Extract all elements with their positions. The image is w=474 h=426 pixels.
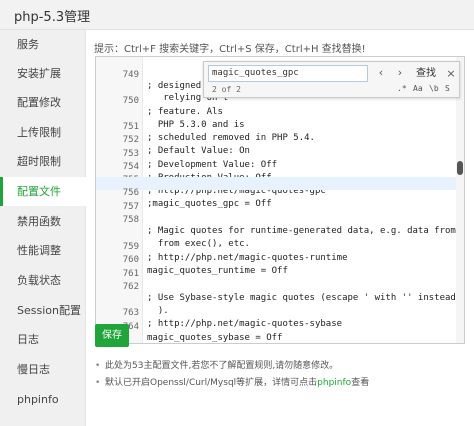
in-selection-toggle[interactable]: S: [445, 84, 450, 93]
window-titlebar: php-5.3管理: [0, 0, 474, 30]
sidebar-item-load-status[interactable]: 负载状态: [0, 266, 86, 295]
search-prev-button[interactable]: ‹: [372, 65, 390, 82]
sidebar-item-timeout-limit[interactable]: 超时限制: [0, 147, 86, 176]
sidebar-item-install-extensions[interactable]: 安装扩展: [0, 59, 86, 88]
search-close-button[interactable]: ×: [444, 65, 458, 82]
find-button[interactable]: 查找: [411, 65, 441, 82]
sidebar-item-disabled-functions[interactable]: 禁用函数: [0, 207, 86, 236]
sidebar-item-upload-limit[interactable]: 上传限制: [0, 118, 86, 147]
note-text: 默认已开启Openssl/Curl/Mysql等扩展，详情可点击phpinfo查…: [105, 378, 370, 388]
sidebar-item-config-file[interactable]: 配置文件: [0, 177, 86, 206]
search-match-count: 2 of 2: [212, 85, 241, 94]
case-sensitive-toggle[interactable]: Aa: [413, 84, 423, 93]
chevron-right-icon: ›: [397, 66, 403, 79]
line-code: magic_quotes_sybase = Off: [147, 333, 283, 343]
sidebar-item-service[interactable]: 服务: [0, 30, 86, 59]
regex-toggle[interactable]: .*: [397, 84, 407, 93]
sidebar-item-phpinfo[interactable]: phpinfo: [0, 385, 86, 414]
code-line-active[interactable]: 756 ;magic_quotes_gpc = Off: [96, 177, 456, 209]
chevron-left-icon: ‹: [378, 66, 384, 79]
phpinfo-link[interactable]: phpinfo: [317, 378, 351, 388]
code-line[interactable]: 764 magic_quotes_sybase = Off: [96, 311, 456, 343]
sidebar-item-slow-log[interactable]: 慢日志: [0, 355, 86, 384]
whole-word-toggle[interactable]: \b: [429, 84, 439, 93]
code-editor[interactable]: 749 ; designed spe relying on t 750 ; fe…: [95, 56, 465, 344]
sidebar-item-config-modify[interactable]: 配置修改: [0, 88, 86, 117]
search-panel: magic_quotes_gpc ‹ › 查找 × 2 of 2 .* Aa \…: [203, 61, 460, 98]
editor-scrollbar-thumb[interactable]: [457, 161, 463, 175]
search-input[interactable]: magic_quotes_gpc: [208, 65, 368, 82]
save-button[interactable]: 保存: [95, 324, 129, 347]
main-content: 提示：Ctrl+F 搜索关键字，Ctrl+S 保存，Ctrl+H 查找替换! 7…: [86, 30, 474, 426]
note-text: 此处为53主配置文件,若您不了解配置规则,请勿随意修改。: [105, 361, 339, 371]
editor-scrollbar[interactable]: [456, 57, 464, 343]
sidebar-item-performance[interactable]: 性能调整: [0, 236, 86, 265]
close-icon: ×: [446, 67, 456, 80]
search-next-button[interactable]: ›: [391, 65, 409, 82]
sidebar-item-log[interactable]: 日志: [0, 325, 86, 354]
shortcut-hint: 提示：Ctrl+F 搜索关键字，Ctrl+S 保存，Ctrl+H 查找替换!: [94, 44, 366, 55]
sidebar: 服务 安装扩展 配置修改 上传限制 超时限制 配置文件 禁用函数 性能调整 负载…: [0, 30, 86, 426]
sidebar-item-session-config[interactable]: Session配置: [0, 296, 86, 325]
window-title: php-5.3管理: [14, 10, 91, 25]
